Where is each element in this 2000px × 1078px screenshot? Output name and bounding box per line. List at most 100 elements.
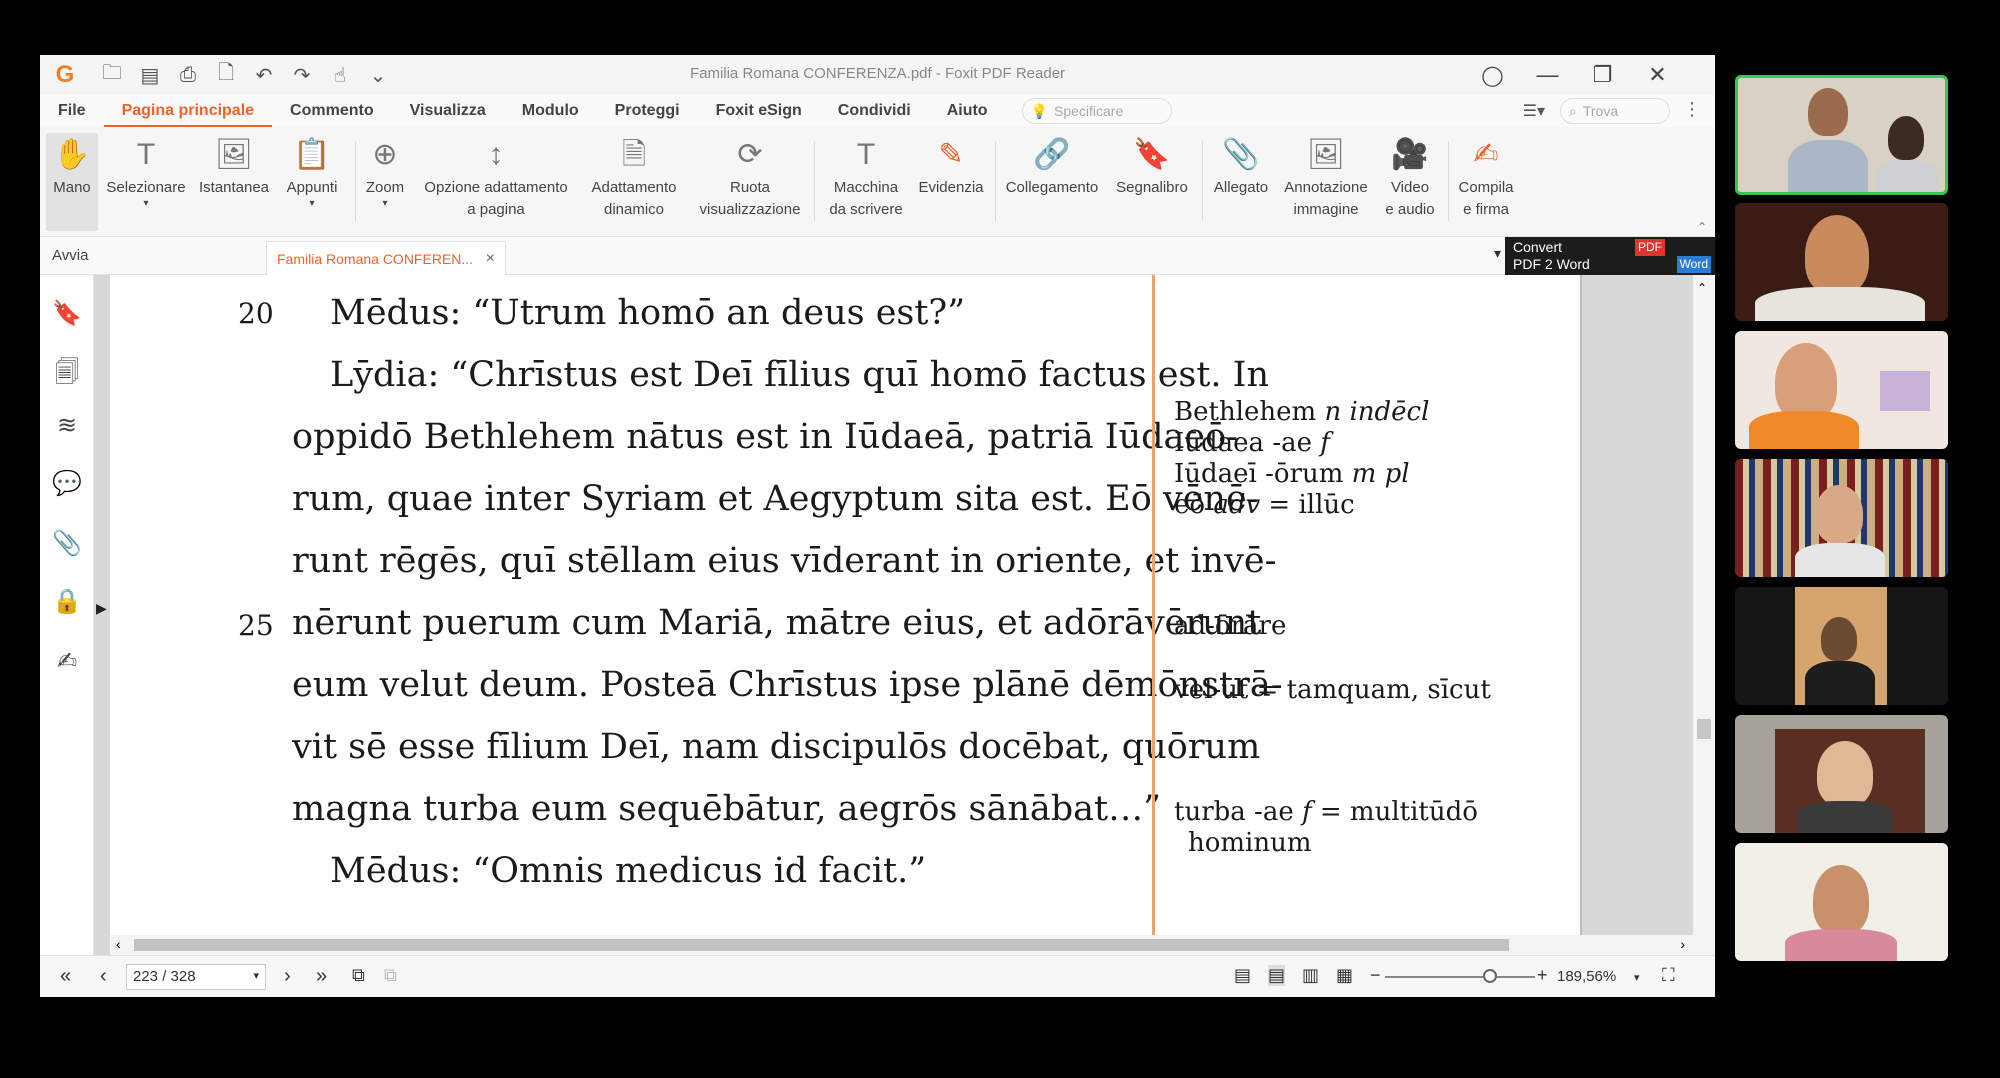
pdf-page[interactable]: 20 25 Mēdus: “Utrum homō an deus est?” L… (110, 275, 1580, 935)
tab-visualizza[interactable]: Visualizza (392, 95, 504, 127)
margin-note: hominum (1188, 828, 1312, 858)
video-tile[interactable] (1735, 75, 1948, 195)
next-page-icon[interactable]: › (284, 965, 291, 988)
tab-aiuto[interactable]: Aiuto (929, 95, 1006, 127)
bookmark-panel-icon[interactable]: 🔖 (52, 299, 82, 329)
participant-body (1755, 287, 1925, 321)
zoom-dropdown-icon[interactable]: ▾ (1634, 971, 1640, 984)
note-grammar: f (1320, 428, 1330, 458)
next-view-icon[interactable]: ⧉ (384, 965, 397, 986)
video-tile[interactable] (1735, 331, 1948, 449)
zoom-out-icon[interactable]: − (1370, 965, 1381, 986)
note-text: Iūdaeī -ōrum (1174, 459, 1344, 489)
vertical-scroll-thumb[interactable] (1697, 719, 1711, 739)
search-input[interactable]: ⌕ Trova (1560, 98, 1670, 124)
hand-tool-button[interactable]: ✋ Mano (46, 133, 98, 231)
select-tool-button[interactable]: T Selezionare ▾ (104, 133, 188, 231)
attachment-icon: 📎 (1222, 138, 1260, 171)
horizontal-scrollbar[interactable]: ‹ › (110, 935, 1715, 955)
comments-panel-icon[interactable]: 💬 (52, 469, 82, 499)
scroll-up-icon[interactable]: ⌃ (1697, 281, 1707, 295)
margin-note: Iūdaea -ae f (1174, 428, 1330, 458)
image-annotation-button[interactable]: 🖼 Annotazione immagine (1276, 133, 1376, 231)
zoom-button[interactable]: ⊕ Zoom ▾ (358, 133, 412, 231)
video-audio-button[interactable]: 🎥 Video e audio (1378, 133, 1442, 231)
text-line: eum velut deum. Posteā Chrīstus ipse plā… (292, 665, 1283, 705)
search-options-icon[interactable]: ☰▾ (1523, 101, 1545, 121)
highlight-button[interactable]: ✎ Evidenzia (912, 133, 990, 231)
tab-proteggi[interactable]: Proteggi (597, 95, 698, 127)
signature-panel-icon[interactable]: ✍ (52, 647, 82, 677)
tab-list-dropdown-icon[interactable]: ▾ (1494, 245, 1501, 262)
tab-start[interactable]: Avvia (52, 247, 88, 264)
tab-foxit-esign[interactable]: Foxit eSign (698, 95, 820, 127)
security-panel-icon[interactable]: 🔒 (52, 587, 82, 617)
tab-pagina-principale[interactable]: Pagina principale (103, 95, 273, 127)
clipboard-button[interactable]: 📋 Appunti ▾ (278, 133, 346, 231)
attachment-button[interactable]: 📎 Allegato (1208, 133, 1274, 231)
document-area[interactable]: 20 25 Mēdus: “Utrum homō an deus est?” L… (94, 275, 1715, 955)
scroll-left-icon[interactable]: ‹ (116, 936, 121, 952)
continuous-page-icon[interactable]: ▤ (1268, 965, 1286, 986)
video-tile[interactable] (1735, 587, 1948, 705)
zoom-slider-knob[interactable] (1483, 969, 1497, 983)
single-page-icon[interactable]: ▤ (1234, 965, 1251, 986)
convert-pdf-ad[interactable]: Convert PDF 2 Word PDF Word (1505, 237, 1715, 275)
previous-page-icon[interactable]: ‹ (100, 965, 107, 988)
layers-panel-icon[interactable]: ≋ (52, 411, 82, 441)
line-number: 25 (238, 609, 274, 642)
zoom-slider[interactable] (1385, 969, 1535, 983)
video-tile[interactable] (1735, 843, 1948, 961)
previous-view-icon[interactable]: ⧉ (352, 965, 365, 986)
restore-button[interactable]: ❐ (1575, 62, 1630, 88)
tab-condividi[interactable]: Condividi (820, 95, 929, 127)
fullscreen-icon[interactable]: ⛶ (1662, 965, 1675, 986)
typewriter-button[interactable]: T Macchina da scrivere (820, 133, 912, 231)
zoom-in-icon[interactable]: + (1537, 965, 1548, 986)
tab-modulo[interactable]: Modulo (504, 95, 597, 127)
page-number-input[interactable]: 223 / 328 ▾ (126, 964, 266, 990)
minimize-button[interactable]: — (1520, 62, 1575, 88)
vertical-scrollbar[interactable]: ⌃ (1693, 275, 1715, 935)
last-page-icon[interactable]: » (316, 965, 327, 988)
account-icon[interactable]: ◯ (1465, 63, 1520, 88)
word-badge: Word (1676, 256, 1711, 273)
scroll-right-icon[interactable]: › (1680, 936, 1685, 952)
video-tile[interactable] (1735, 459, 1948, 577)
link-button[interactable]: 🔗 Collegamento (1000, 133, 1104, 231)
pages-panel-icon[interactable]: 🗐 (52, 355, 82, 386)
tell-me-input[interactable]: 💡 Specificare (1021, 98, 1172, 124)
video-label-2: e audio (1385, 201, 1435, 218)
rotate-label-1: Ruota (729, 179, 771, 196)
text-select-icon: T (136, 138, 156, 171)
continuous-facing-icon[interactable]: ▦ (1336, 965, 1353, 986)
bookmark-button[interactable]: 🔖 Segnalibro (1108, 133, 1196, 231)
close-button[interactable]: ✕ (1630, 62, 1685, 88)
close-tab-icon[interactable]: × (486, 250, 495, 268)
snapshot-icon: 🖼 (214, 138, 254, 171)
collapse-ribbon-icon[interactable]: ⌃ (1697, 220, 1707, 234)
note-grammar: f (1301, 797, 1312, 827)
fill-sign-button[interactable]: ✍ Compila e firma (1452, 133, 1520, 231)
tab-commento[interactable]: Commento (272, 95, 392, 127)
attachments-panel-icon[interactable]: 📎 (52, 529, 82, 559)
more-options-icon[interactable]: ⋮ (1683, 99, 1701, 120)
snapshot-button[interactable]: 🖼 Istantanea (194, 133, 274, 231)
tab-file[interactable]: File (40, 95, 104, 127)
horizontal-scroll-thumb[interactable] (134, 939, 1509, 951)
fit-page-button[interactable]: ↕ Opzione adattamento a pagina (416, 133, 576, 231)
video-tile[interactable] (1735, 715, 1948, 833)
clipboard-label: Appunti (286, 179, 338, 196)
image-annotation-label-2: immagine (1293, 201, 1359, 218)
zoom-value[interactable]: 189,56% (1557, 968, 1616, 985)
first-page-icon[interactable]: « (60, 965, 71, 988)
reflow-button[interactable]: 🗎 Adattamento dinamico (582, 133, 686, 231)
video-tile[interactable] (1735, 203, 1948, 321)
navigation-panel: 🔖 🗐 ≋ 💬 📎 🔒 ✍ (40, 275, 94, 955)
page-dropdown-icon[interactable]: ▾ (253, 969, 259, 982)
participant-head (1805, 215, 1869, 295)
facing-page-icon[interactable]: ▥ (1302, 965, 1319, 986)
rotate-view-button[interactable]: ⟳ Ruota visualizzazione (690, 133, 810, 231)
tab-document[interactable]: Familia Romana CONFEREN... × (266, 241, 506, 275)
expand-panel-icon[interactable]: ▶ (96, 600, 107, 617)
